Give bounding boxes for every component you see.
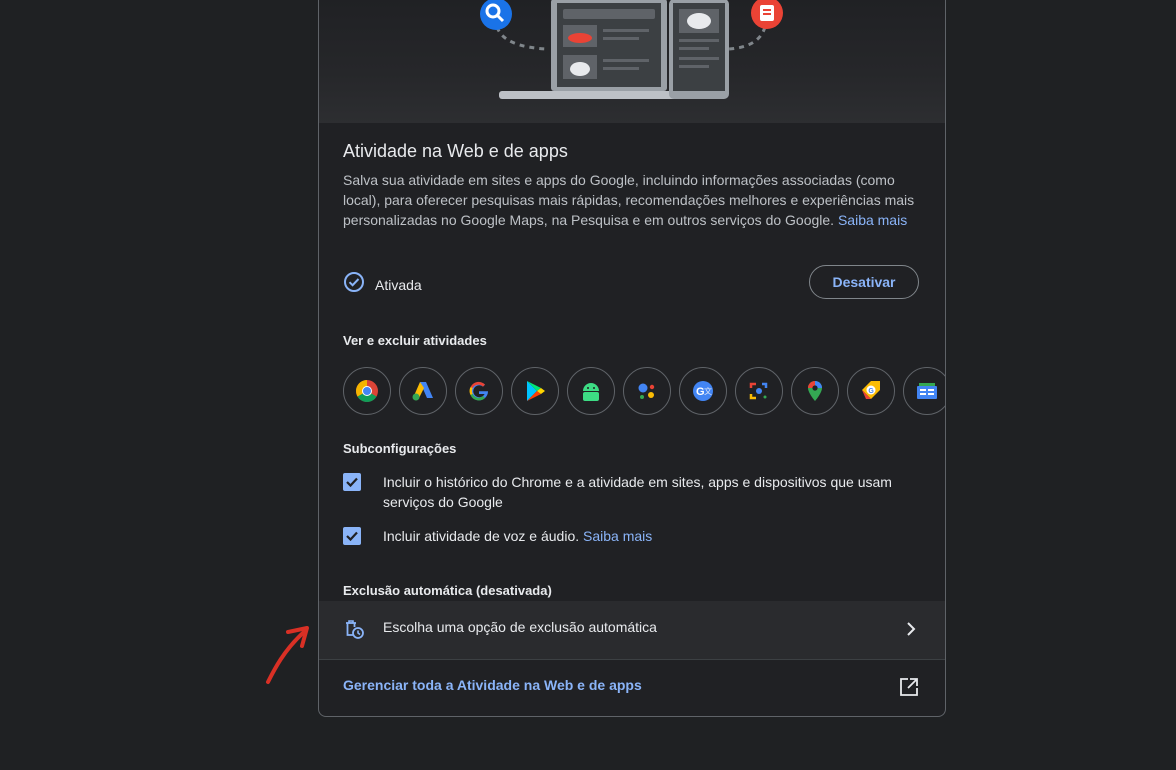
voice-audio-label: Incluir atividade de voz e áudio. — [383, 528, 580, 544]
disable-button[interactable]: Desativar — [809, 265, 919, 299]
chrome-icon[interactable] — [343, 367, 391, 415]
google-play-icon[interactable] — [511, 367, 559, 415]
app-icons-row: G文 G — [343, 367, 945, 415]
auto-delete-option-label: Escolha uma opção de exclusão automática — [383, 619, 657, 635]
auto-delete-heading: Exclusão automática (desativada) — [343, 583, 552, 598]
voice-audio-label-wrapper: Incluir atividade de voz e áudio. Saiba … — [383, 526, 923, 546]
activity-card: Atividade na Web e de apps Salva sua ati… — [318, 0, 946, 717]
view-delete-heading: Ver e excluir atividades — [343, 333, 487, 348]
activity-title: Atividade na Web e de apps — [343, 141, 568, 161]
svg-text:G: G — [868, 388, 874, 395]
description-text: Salva sua atividade em sites e apps do G… — [343, 172, 915, 228]
google-news-icon[interactable] — [903, 367, 945, 415]
subsetting-chrome-history: Incluir o histórico do Chrome e a ativid… — [343, 472, 923, 512]
status-label: Ativada — [375, 276, 422, 293]
android-icon[interactable] — [567, 367, 615, 415]
google-lens-icon[interactable] — [735, 367, 783, 415]
svg-text:文: 文 — [704, 386, 712, 396]
auto-delete-option-row[interactable]: Escolha uma opção de exclusão automática — [319, 601, 945, 660]
red-arrow-annotation — [266, 626, 309, 684]
manage-activity-link[interactable]: Gerenciar toda a Atividade na Web e de a… — [343, 677, 642, 693]
chrome-history-checkbox[interactable] — [343, 473, 361, 491]
google-maps-icon[interactable] — [791, 367, 839, 415]
google-assistant-icon[interactable] — [623, 367, 671, 415]
subsetting-voice-audio: Incluir atividade de voz e áudio. Saiba … — [343, 526, 923, 546]
open-in-new-icon[interactable] — [899, 677, 919, 702]
status-row: Ativada — [343, 271, 422, 298]
google-ads-icon[interactable] — [399, 367, 447, 415]
voice-audio-checkbox[interactable] — [343, 527, 361, 545]
hero-illustration — [319, 0, 945, 123]
auto-delete-icon — [343, 618, 365, 645]
voice-learn-more-link[interactable]: Saiba mais — [583, 528, 652, 544]
subsettings-heading: Subconfigurações — [343, 441, 457, 456]
learn-more-link[interactable]: Saiba mais — [838, 212, 907, 228]
chrome-history-label: Incluir o histórico do Chrome e a ativid… — [383, 474, 892, 510]
google-search-icon[interactable] — [455, 367, 503, 415]
chevron-right-icon — [903, 620, 919, 643]
check-circle-icon — [343, 271, 365, 298]
google-translate-icon[interactable]: G文 — [679, 367, 727, 415]
activity-description: Salva sua atividade em sites e apps do G… — [343, 170, 928, 230]
google-shopping-icon[interactable]: G — [847, 367, 895, 415]
